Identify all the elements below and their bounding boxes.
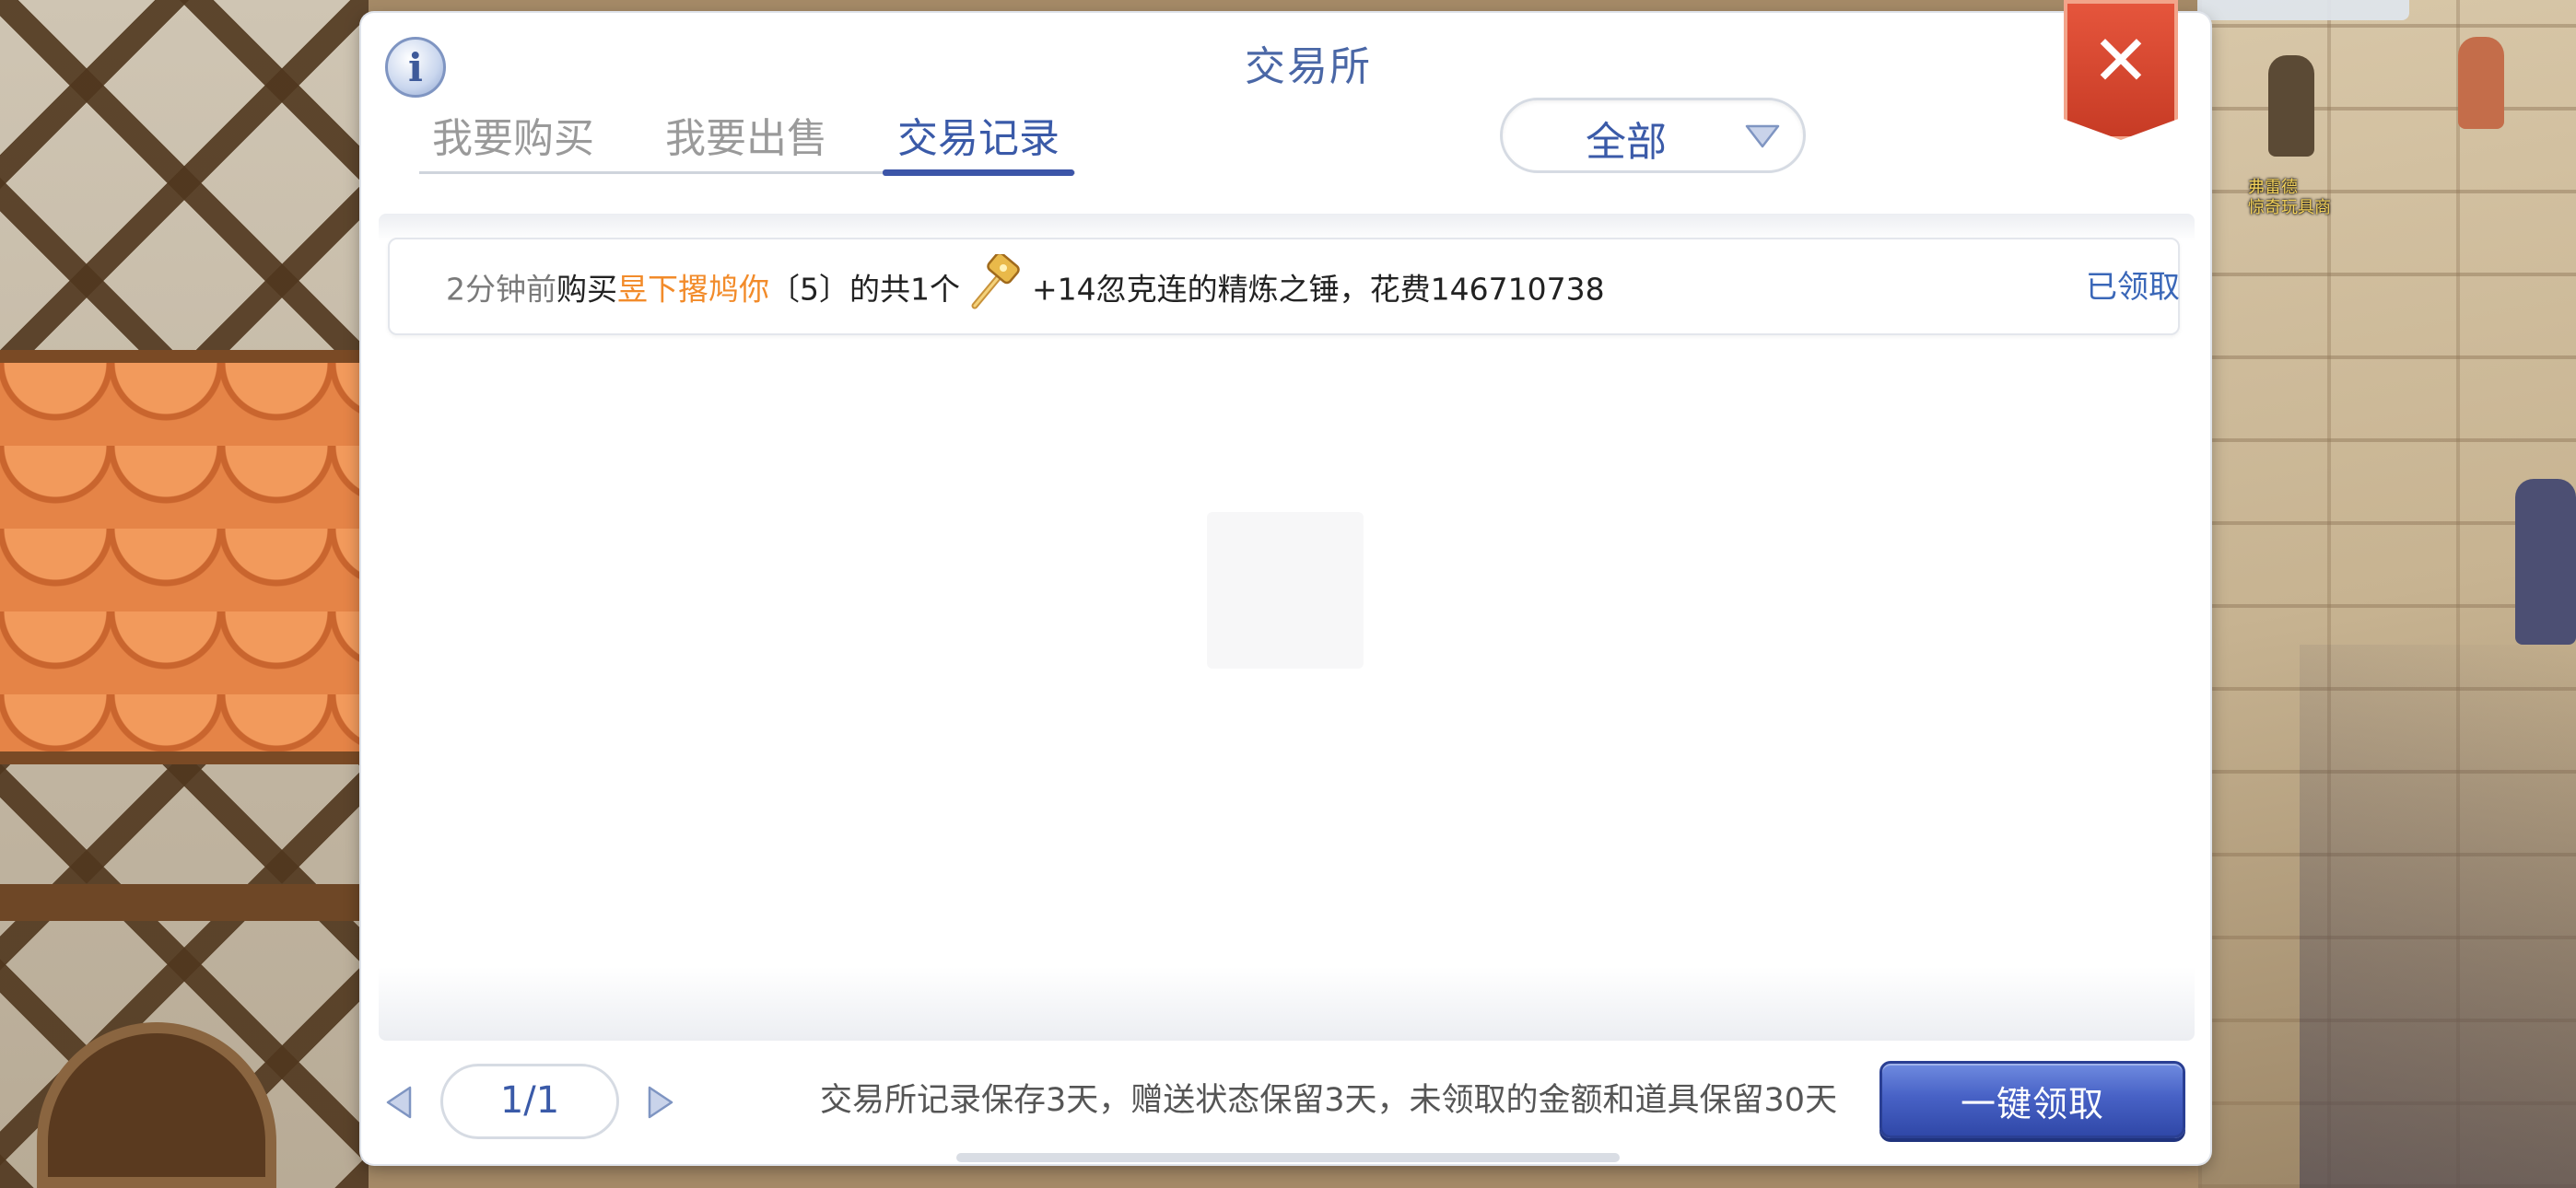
page-number: 1/1 xyxy=(499,1079,560,1122)
record-time: 2分钟前 xyxy=(446,271,556,308)
next-page-icon[interactable] xyxy=(647,1085,674,1120)
tiled-roof xyxy=(0,350,369,764)
claim-all-label[interactable]: 一键领取 xyxy=(1879,1076,2185,1126)
record-seller-name: 昱下撂鸠你 xyxy=(617,271,769,308)
dialog-title: 交易所 xyxy=(1245,43,1372,90)
top-status-chip xyxy=(2197,0,2409,20)
record-description: 2分钟前购买昱下撂鸠你〔5〕的共1个 +14忽克连的精炼之锤，花费1467107… xyxy=(446,254,1605,309)
plaza-shadow xyxy=(2300,645,2576,1188)
active-tab-indicator xyxy=(883,169,1074,176)
npc-character[interactable] xyxy=(2268,55,2314,157)
record-bracket-close: 〕 xyxy=(819,271,849,308)
hammer-icon xyxy=(971,254,1020,309)
npc-character[interactable] xyxy=(2458,37,2504,129)
record-status-claimed: 已领取 xyxy=(2086,269,2180,306)
record-bracket-open: 〔 xyxy=(769,271,800,308)
player-character[interactable] xyxy=(2515,479,2576,645)
empty-placeholder xyxy=(1207,512,1364,669)
record-seller-level: 5 xyxy=(800,271,819,308)
tab-buy[interactable]: 我要购买 xyxy=(426,105,601,169)
npc-shop-name: 惊奇玩具商 xyxy=(2248,198,2331,216)
chevron-down-icon[interactable] xyxy=(1745,123,1780,149)
close-icon: ✕ xyxy=(2091,19,2150,101)
close-button[interactable]: ✕ xyxy=(2064,0,2178,140)
record-quantity: 的共1个 xyxy=(849,271,960,308)
prev-page-icon[interactable] xyxy=(385,1085,413,1120)
record-action: 购买 xyxy=(556,271,617,308)
info-icon: i xyxy=(408,44,423,90)
tab-sell[interactable]: 我要出售 xyxy=(659,105,834,169)
record-item-and-price: +14忽克连的精炼之锤，花费146710738 xyxy=(1032,271,1605,308)
npc-name: 弗雷德 xyxy=(2248,178,2298,196)
horizontal-scrollbar[interactable] xyxy=(956,1153,1620,1162)
retention-notice: 交易所记录保存3天，赠送状态保留3天，未领取的金额和道具保留30天 xyxy=(820,1082,1838,1119)
npc-nameplate: 弗雷德 惊奇玩具商 xyxy=(2248,177,2331,217)
filter-selected-value[interactable]: 全部 xyxy=(1557,109,1695,168)
wooden-beam xyxy=(0,884,369,921)
info-button[interactable]: i xyxy=(385,37,446,98)
tab-trade-records[interactable]: 交易记录 xyxy=(883,105,1074,169)
